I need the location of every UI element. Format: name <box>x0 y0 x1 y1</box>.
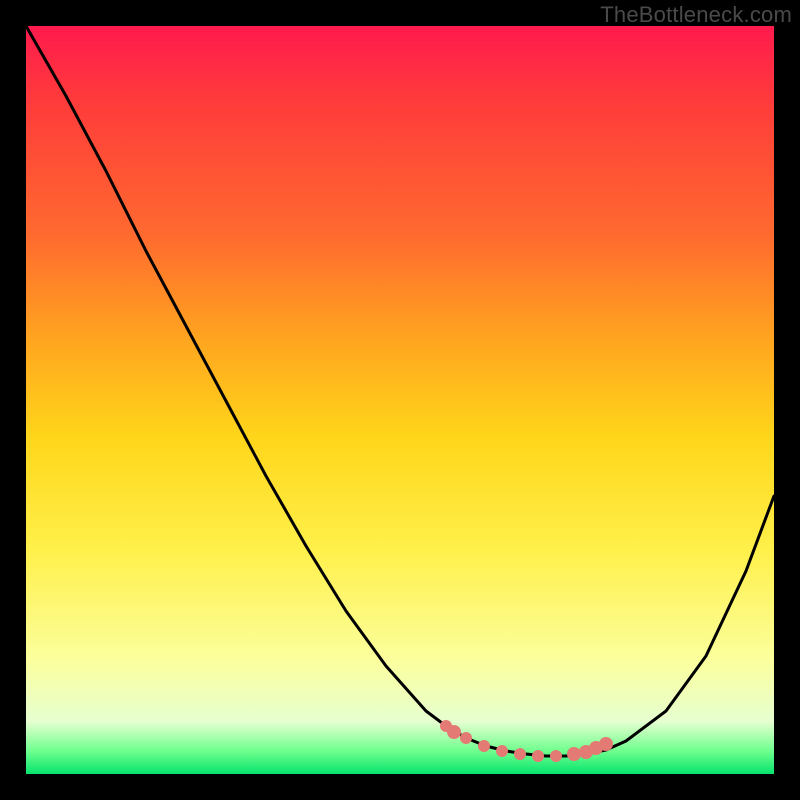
bottleneck-curve <box>26 26 774 756</box>
sweet-spot-marker <box>447 725 461 739</box>
chart-svg <box>26 26 774 774</box>
sweet-spot-marker <box>460 732 472 744</box>
sweet-spot-marker <box>599 737 613 751</box>
sweet-spot-marker <box>514 748 526 760</box>
sweet-spot-marker <box>550 750 562 762</box>
sweet-spot-marker <box>532 750 544 762</box>
sweet-spot-marker <box>496 745 508 757</box>
sweet-spot-markers <box>440 720 613 762</box>
sweet-spot-marker <box>567 747 581 761</box>
chart-frame <box>26 26 774 774</box>
watermark-text: TheBottleneck.com <box>600 2 792 28</box>
sweet-spot-marker <box>478 740 490 752</box>
